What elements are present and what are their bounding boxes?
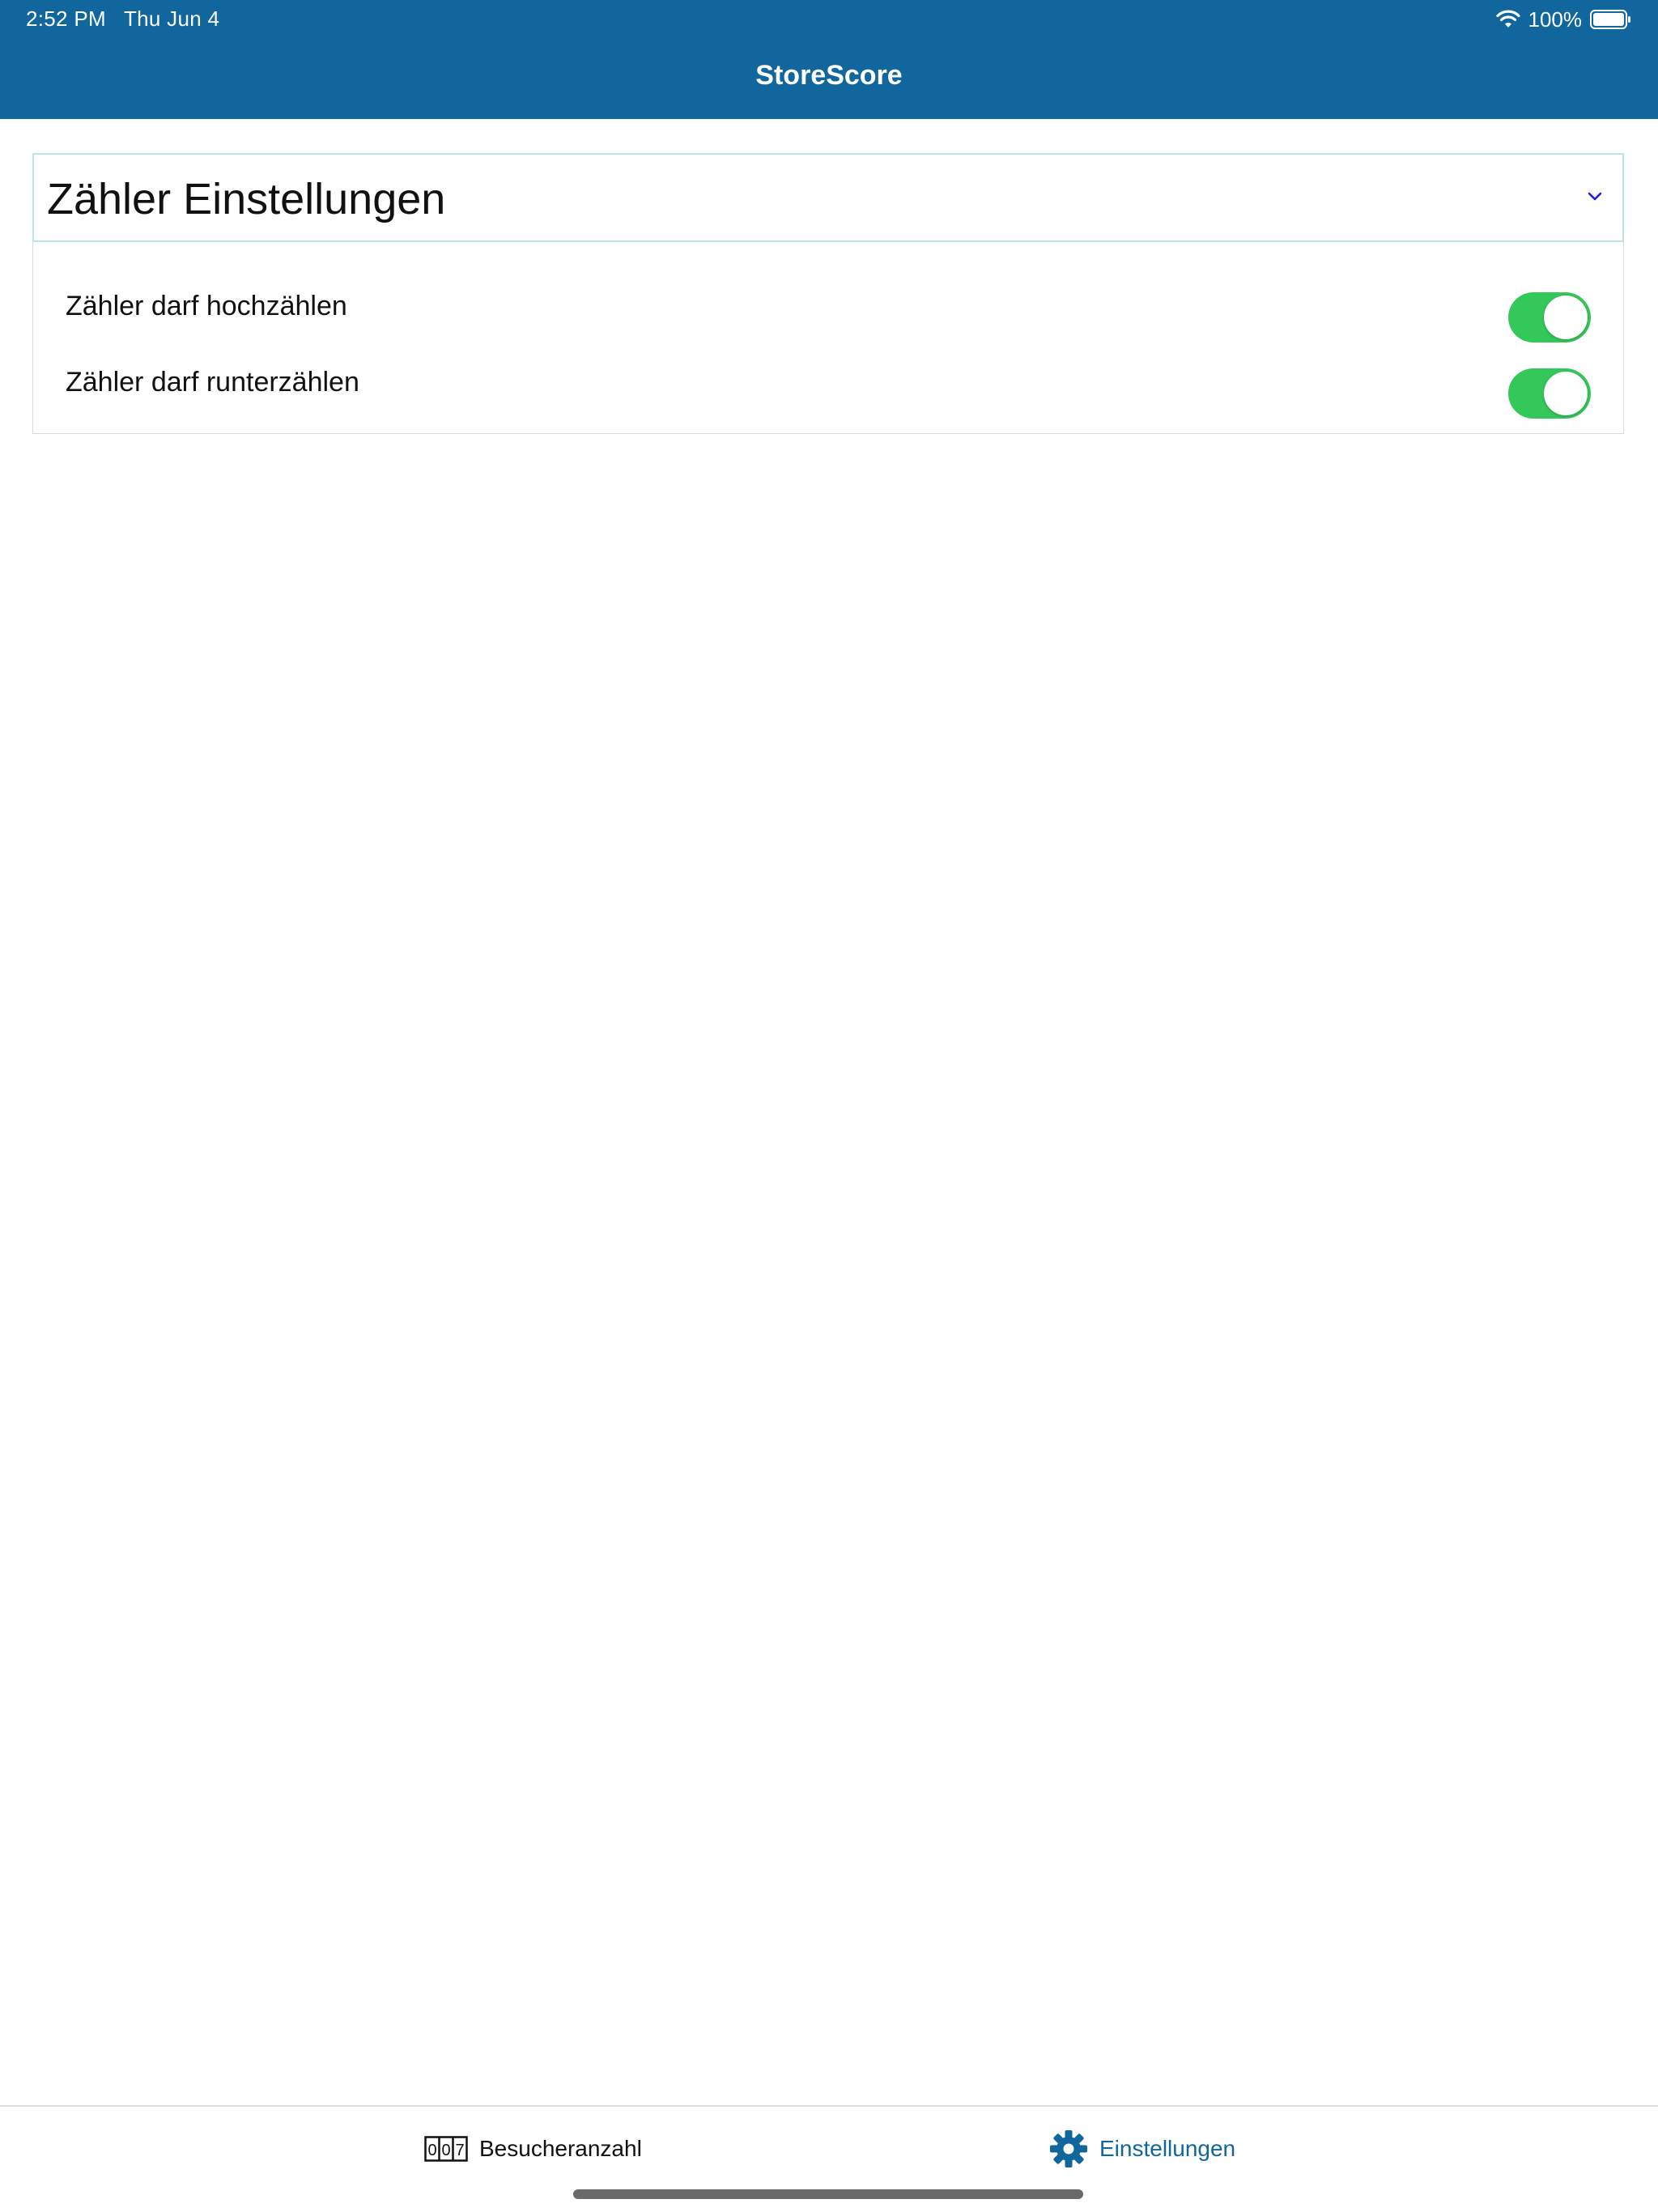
accordion-header[interactable]: Zähler Einstellungen xyxy=(32,153,1624,242)
status-bar-left: 2:52 PM Thu Jun 4 xyxy=(26,6,219,32)
status-bar-right: 100% xyxy=(1495,6,1633,32)
app-title: StoreScore xyxy=(755,60,903,91)
counter-icon: 0 0 7 xyxy=(424,2136,468,2162)
svg-text:0: 0 xyxy=(427,2142,436,2159)
tab-label-einstellungen: Einstellungen xyxy=(1099,2136,1236,2161)
gear-icon xyxy=(1050,2130,1087,2167)
status-time: 2:52 PM xyxy=(26,6,106,31)
setting-label-count-up: Zähler darf hochzählen xyxy=(66,291,347,321)
svg-text:0: 0 xyxy=(441,2142,450,2159)
tab-label-besucheranzahl: Besucheranzahl xyxy=(479,2136,642,2161)
wifi-icon xyxy=(1495,10,1520,29)
svg-text:7: 7 xyxy=(455,2142,464,2159)
status-date: Thu Jun 4 xyxy=(123,6,220,31)
app-screen: 2:52 PM Thu Jun 4 100% StoreScore Zähler… xyxy=(0,0,1658,2212)
tab-besucheranzahl[interactable]: 0 0 7 Besucheranzahl xyxy=(424,2126,642,2172)
home-indicator[interactable] xyxy=(573,2189,1083,2199)
count-down-toggle[interactable] xyxy=(1508,368,1591,419)
battery-icon xyxy=(1590,10,1632,29)
settings-accordion: Zähler Einstellungen Zähler darf hochzäh… xyxy=(32,153,1624,434)
accordion-body: Zähler darf hochzählen Zähler darf runte… xyxy=(32,242,1624,434)
battery-percent: 100% xyxy=(1528,6,1583,32)
tab-einstellungen[interactable]: Einstellungen xyxy=(1049,2126,1235,2172)
setting-row-count-down: Zähler darf runterzählen xyxy=(33,357,1623,422)
setting-row-count-up: Zähler darf hochzählen xyxy=(33,281,1623,346)
chevron-down-icon[interactable] xyxy=(1584,185,1606,208)
setting-label-count-down: Zähler darf runterzählen xyxy=(66,367,359,398)
count-up-toggle[interactable] xyxy=(1508,292,1591,342)
header-bar: 2:52 PM Thu Jun 4 100% StoreScore xyxy=(0,0,1658,119)
toggle-knob xyxy=(1544,372,1588,415)
toggle-knob xyxy=(1544,296,1588,339)
accordion-title: Zähler Einstellungen xyxy=(47,175,446,223)
